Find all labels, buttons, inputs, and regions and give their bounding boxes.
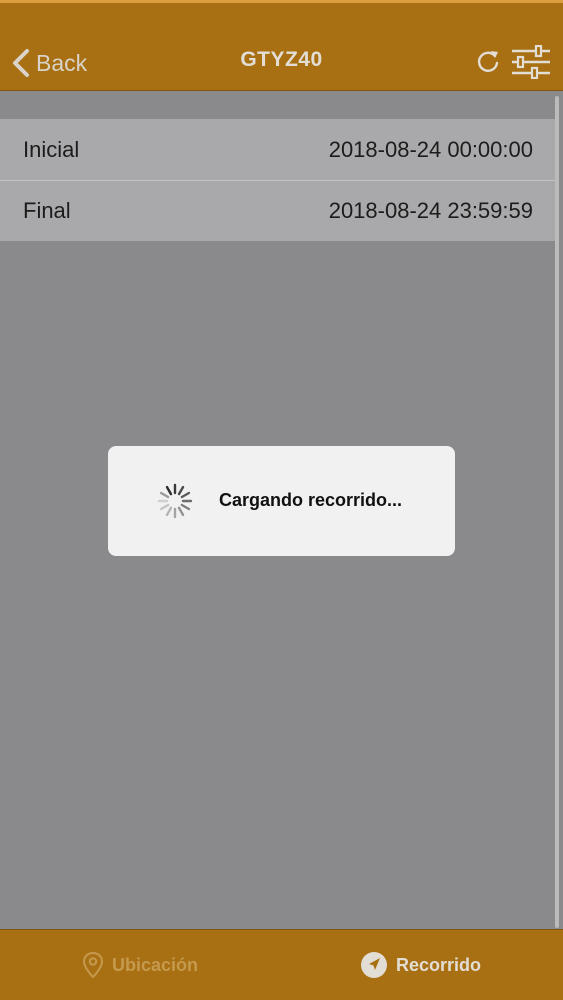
navigation-arrow-icon — [361, 952, 387, 978]
tab-ubicacion[interactable]: Ubicación — [82, 950, 198, 980]
bottom-tab-bar: Ubicación Recorrido — [0, 929, 563, 1000]
start-date-label: Inicial — [23, 136, 80, 162]
refresh-icon[interactable] — [475, 48, 501, 74]
header-bar: Back GTYZ40 — [0, 0, 563, 91]
spinner-icon — [157, 483, 193, 519]
end-date-label: Final — [23, 198, 71, 223]
scrollbar[interactable] — [555, 96, 559, 928]
app-screen: Back GTYZ40 Inicial 2018-08-24 00:00:00 … — [0, 0, 563, 1000]
loading-message: Cargando recorrido... — [219, 490, 403, 510]
tab-recorrido[interactable]: Recorrido — [360, 950, 481, 980]
date-range-list: Inicial 2018-08-24 00:00:00 Final 2018-0… — [0, 119, 556, 241]
end-date-row[interactable]: Final 2018-08-24 23:59:59 — [0, 180, 556, 241]
sliders-icon[interactable] — [510, 45, 552, 79]
start-date-row[interactable]: Inicial 2018-08-24 00:00:00 — [0, 119, 556, 180]
end-date-value: 2018-08-24 23:59:59 — [328, 198, 533, 223]
tab-recorrido-label: Recorrido — [396, 954, 482, 975]
tab-ubicacion-label: Ubicación — [112, 954, 199, 975]
location-pin-icon — [82, 951, 104, 979]
start-date-value: 2018-08-24 00:00:00 — [328, 136, 533, 162]
